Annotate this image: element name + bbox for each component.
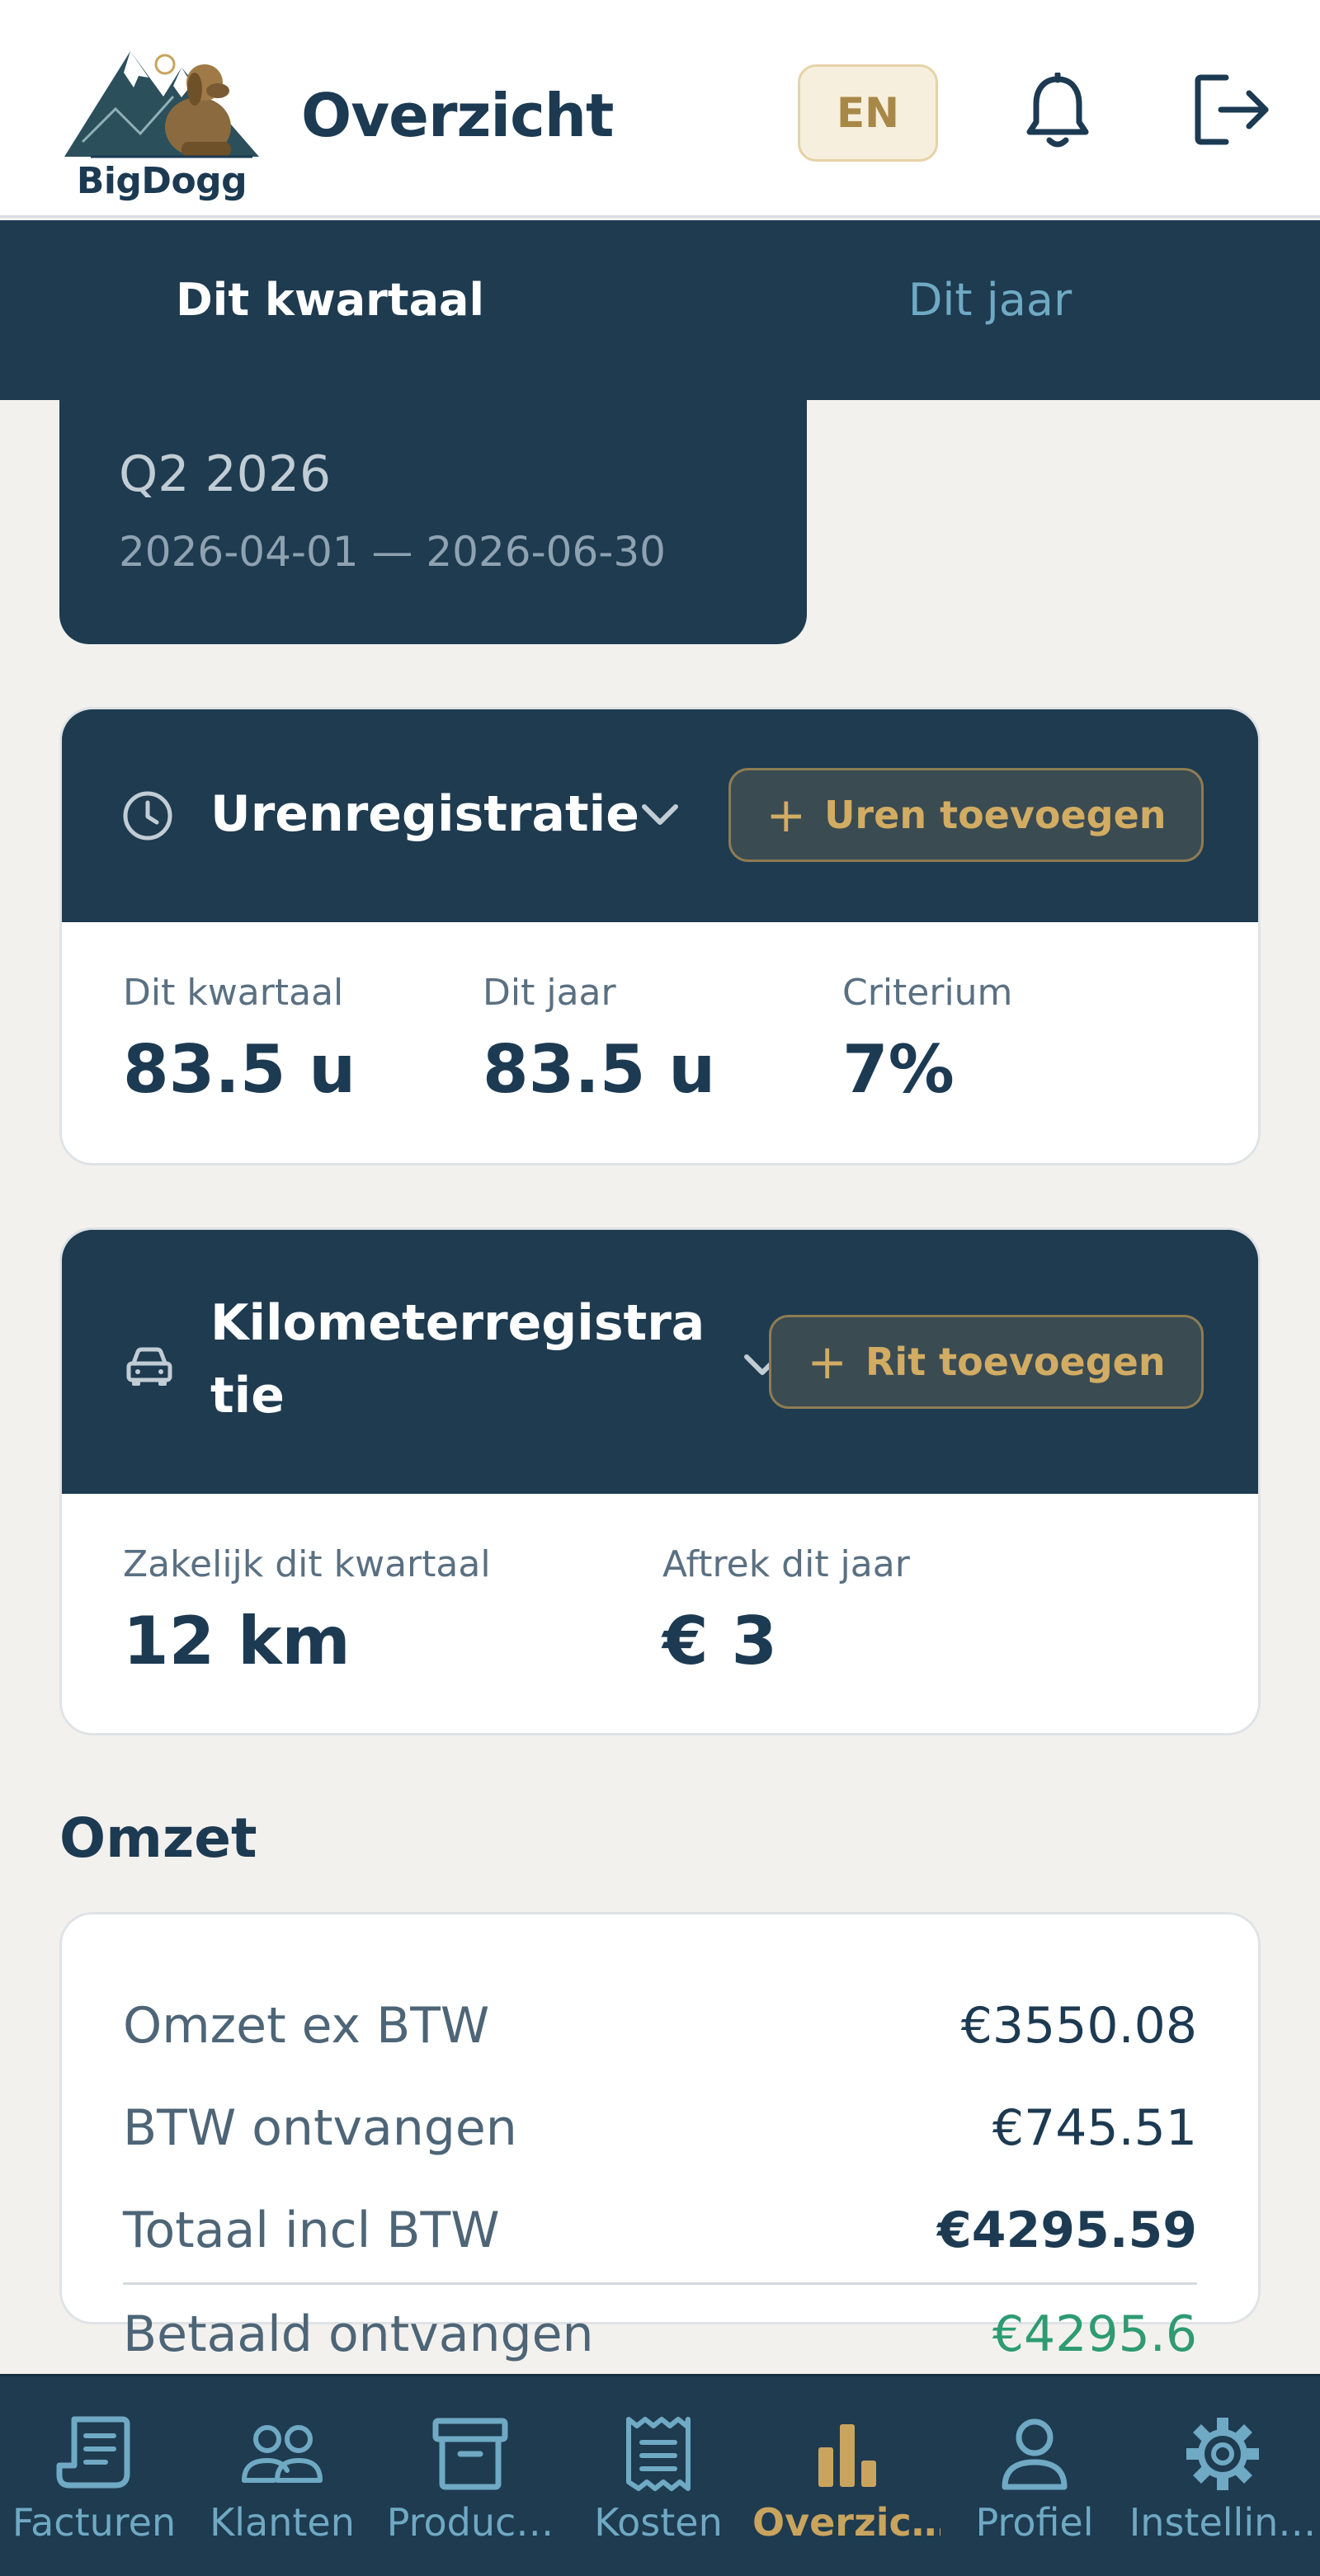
revenue-row-value: €4295.6 [992, 2305, 1197, 2363]
nav-label: Instellin… [1129, 2500, 1317, 2545]
nav-label: Facturen [12, 2500, 177, 2545]
mileage-title-line-1: Kilometerregistra [210, 1294, 705, 1352]
bottom-navigation: Facturen Klanten Produc… Kosten Overzic…… [0, 2374, 1320, 2576]
revenue-row-label: Totaal incl BTW [123, 2202, 500, 2259]
page-title: Overzicht [301, 81, 614, 150]
tab-dit-kwartaal[interactable]: Dit kwartaal [0, 220, 660, 400]
add-hours-button[interactable]: + Uren toevoegen [728, 768, 1204, 862]
mileage-card: Kilometerregistra tie + Rit toevoegen Za… [59, 1227, 1261, 1735]
revenue-row-label: Betaald ontvangen [123, 2305, 594, 2363]
nav-label: Profiel [975, 2500, 1094, 2545]
bell-icon[interactable] [1025, 73, 1091, 152]
stat-value: 83.5 u [483, 1031, 716, 1108]
stat-label: Criterium [842, 972, 1013, 1014]
stat-value: 12 km [123, 1603, 351, 1679]
stat-value: € 3 [662, 1603, 778, 1679]
add-trip-label: Rit toevoegen [865, 1340, 1166, 1384]
users-icon [242, 2425, 323, 2483]
hours-card-header[interactable]: Urenregistratie + Uren toevoegen [62, 709, 1258, 922]
archive-icon [432, 2418, 508, 2490]
tab-dit-jaar[interactable]: Dit jaar [660, 220, 1320, 400]
period-card: Q2 2026 2026-04-01 — 2026-06-30 [59, 388, 807, 644]
dog-mountain-logo-icon [64, 51, 259, 158]
mileage-title-line-2: tie [210, 1367, 285, 1425]
language-button[interactable]: EN [798, 64, 938, 162]
revenue-row-value: €4295.59 [936, 2202, 1197, 2259]
hours-title: Urenregistratie [210, 785, 639, 843]
revenue-row-value: €3550.08 [960, 1997, 1197, 2055]
revenue-section-title: Omzet [59, 1806, 257, 1870]
add-trip-button[interactable]: + Rit toevoegen [769, 1315, 1204, 1409]
stat-value: 83.5 u [123, 1031, 356, 1108]
revenue-row-value: €745.51 [992, 2099, 1197, 2157]
stat-label: Aftrek dit jaar [662, 1543, 910, 1585]
bigdogg-logo[interactable]: BigDogg [58, 18, 266, 208]
stat-label: Dit jaar [483, 972, 616, 1014]
receipt-icon [626, 2417, 691, 2491]
add-hours-label: Uren toevoegen [824, 793, 1167, 837]
revenue-row-label: Omzet ex BTW [123, 1997, 490, 2055]
mileage-card-header[interactable]: Kilometerregistra tie + Rit toevoegen [62, 1230, 1258, 1494]
logo-text: BigDogg [76, 160, 248, 202]
plus-icon: + [807, 1334, 847, 1390]
period-quarter: Q2 2026 [119, 445, 332, 503]
app-header: BigDogg Overzicht EN [0, 0, 1320, 218]
nav-item-instellingen[interactable]: Instellin… [1129, 2376, 1317, 2576]
stat-label: Dit kwartaal [123, 972, 344, 1014]
nav-item-overzicht[interactable]: Overzic… [752, 2376, 940, 2576]
hours-card: Urenregistratie + Uren toevoegen Dit kwa… [59, 707, 1261, 1166]
settings-icon [1186, 2418, 1259, 2490]
nav-label: Produc… [386, 2500, 554, 2545]
logout-icon[interactable] [1193, 73, 1272, 147]
nav-label: Overzic… [752, 2500, 940, 2545]
period-tabs: Dit kwartaal Dit jaar [0, 220, 1320, 400]
revenue-divider [123, 2282, 1197, 2285]
chart-icon [818, 2424, 876, 2487]
nav-item-klanten[interactable]: Klanten [188, 2376, 376, 2576]
plus-icon: + [766, 787, 807, 843]
period-range: 2026-04-01 — 2026-06-30 [119, 528, 666, 576]
stat-label: Zakelijk dit kwartaal [123, 1543, 491, 1585]
nav-label: Klanten [210, 2500, 355, 2545]
nav-item-producten[interactable]: Produc… [376, 2376, 564, 2576]
user-icon [1002, 2418, 1068, 2490]
nav-item-profiel[interactable]: Profiel [940, 2376, 1129, 2576]
revenue-card: Omzet ex BTW €3550.08 BTW ontvangen €745… [59, 1912, 1261, 2363]
nav-item-kosten[interactable]: Kosten [564, 2376, 752, 2576]
chevron-down-icon[interactable] [639, 802, 681, 828]
nav-item-facturen[interactable]: Facturen [0, 2376, 188, 2576]
invoice-icon [56, 2416, 130, 2489]
car-icon [126, 1347, 172, 1386]
revenue-row-label: BTW ontvangen [123, 2099, 517, 2157]
nav-label: Kosten [594, 2500, 723, 2545]
clock-icon [123, 791, 172, 841]
stat-value: 7% [842, 1031, 955, 1108]
